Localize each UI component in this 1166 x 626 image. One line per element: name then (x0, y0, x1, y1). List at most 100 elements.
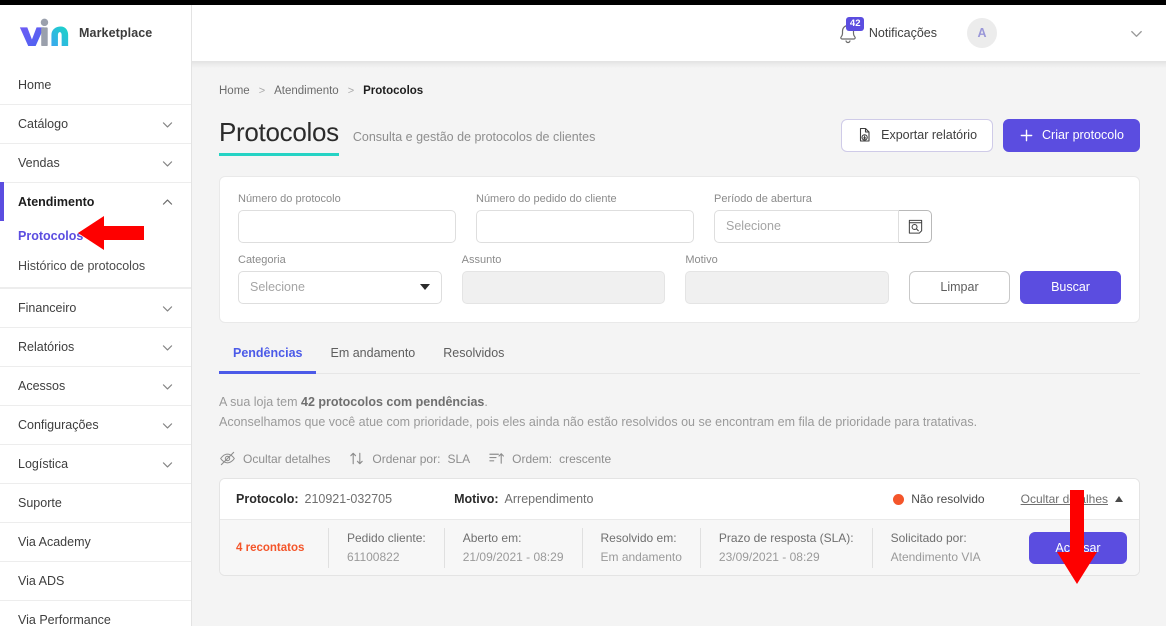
calendar-search-button[interactable] (899, 209, 932, 243)
avatar[interactable]: A (967, 18, 997, 48)
filter-protocol-number: Número do protocolo (238, 193, 456, 243)
sidebar-item-catalogo[interactable]: Catálogo (0, 104, 191, 143)
protocol-number-value: 210921-032705 (304, 492, 393, 507)
notification-badge: 42 (845, 17, 865, 31)
sidebar-item-label: Configurações (18, 418, 99, 432)
chevron-down-icon (162, 461, 173, 468)
filter-subject: Assunto (461, 254, 666, 304)
protocol-reason-value: Arrependimento (504, 492, 594, 507)
notifications-button[interactable]: 42 Notificações (835, 17, 937, 46)
sidebar-item-label: Logística (18, 457, 69, 471)
info-line-2: Aconselhamos que você atue com prioridad… (219, 415, 978, 430)
tab-label: Resolvidos (443, 345, 505, 360)
filter-panel: Número do protocolo Número do pedido do … (219, 175, 1140, 323)
category-select[interactable]: Selecione (238, 270, 442, 304)
page-content: Home > Atendimento > Protocolos Protocol… (192, 61, 1166, 626)
detail-value: 23/09/2021 - 08:29 (718, 550, 820, 565)
via-logo-icon (19, 18, 69, 46)
subject-input[interactable] (461, 270, 666, 304)
breadcrumb-item-home[interactable]: Home (219, 85, 250, 97)
detail-key: Resolvido em: (600, 531, 677, 546)
brand-logo[interactable]: Marketplace (0, 5, 191, 61)
sidebar-subitem-label: Histórico de protocolos (18, 259, 146, 273)
sidebar-item-label: Home (18, 77, 52, 92)
app-root: Marketplace Home Catálogo Vendas Atendim… (0, 0, 1166, 626)
sidebar-item-vendas[interactable]: Vendas (0, 143, 191, 182)
page-header: Protocolos Consulta e gestão de protocol… (219, 117, 1140, 156)
chevron-down-icon (162, 344, 173, 351)
sidebar-item-via-performance[interactable]: Via Performance (0, 600, 191, 626)
page-actions: Exportar relatório Criar protocolo (841, 118, 1140, 156)
sidebar-subgroup-atendimento: Protocolos Histórico de protocolos (0, 221, 191, 288)
filter-label: Motivo (685, 253, 718, 266)
sidebar-item-historico-de-protocolos[interactable]: Histórico de protocolos (0, 251, 191, 281)
detail-aberto-em: Aberto em: 21/09/2021 - 08:29 (443, 527, 582, 568)
toggle-details-label: Ocultar detalhes (1020, 492, 1108, 507)
sidebar-item-acessos[interactable]: Acessos (0, 366, 191, 405)
protocol-reason-key: Motivo: (454, 492, 499, 507)
hide-details-label: Ocultar detalhes (243, 451, 331, 466)
account-chevron-down-icon[interactable] (1129, 26, 1144, 41)
toggle-details-button[interactable]: Ocultar detalhes (1021, 492, 1123, 506)
status-label: Não resolvido (911, 492, 985, 507)
calendar-search-icon (908, 219, 922, 234)
sort-by-value: SLA (447, 451, 471, 466)
clear-filters-button[interactable]: Limpar (909, 270, 1011, 304)
tab-em-andamento[interactable]: Em andamento (316, 346, 429, 374)
filter-action-buttons: Limpar Buscar (909, 254, 1122, 304)
protocol-card-header: Protocolo: 210921-032705 Motivo: Arrepen… (220, 479, 1139, 520)
sidebar-item-home[interactable]: Home (0, 65, 191, 104)
sidebar-item-via-ads[interactable]: Via ADS (0, 561, 191, 600)
breadcrumb-item-protocolos: Protocolos (363, 85, 424, 97)
tab-resolvidos[interactable]: Resolvidos (429, 346, 518, 374)
search-button[interactable]: Buscar (1020, 270, 1122, 304)
brand-name: Marketplace (79, 26, 153, 40)
client-order-number-input[interactable] (476, 209, 694, 243)
sidebar-item-label: Catálogo (18, 117, 69, 131)
chevron-up-icon (1115, 496, 1123, 503)
sort-by-control[interactable]: Ordenar por: SLA (348, 450, 470, 467)
detail-pedido-cliente: Pedido cliente: 61100822 (328, 527, 444, 568)
sidebar-item-relatorios[interactable]: Relatórios (0, 327, 191, 366)
filter-label: Categoria (238, 253, 286, 266)
sidebar-item-label: Vendas (18, 156, 60, 170)
tab-pendencias[interactable]: Pendências (219, 346, 317, 374)
access-button[interactable]: Acessar (1029, 531, 1127, 564)
sidebar-item-protocolos[interactable]: Protocolos (0, 221, 191, 251)
filter-label: Período de abertura (714, 192, 812, 205)
reason-input[interactable] (685, 270, 890, 304)
sidebar-item-configuracoes[interactable]: Configurações (0, 405, 191, 444)
sidebar-item-atendimento[interactable]: Atendimento (0, 182, 191, 221)
protocol-card: Protocolo: 210921-032705 Motivo: Arrepen… (219, 478, 1140, 577)
page-title: Protocolos (219, 117, 339, 156)
chevron-down-icon (162, 121, 173, 128)
export-report-button[interactable]: Exportar relatório (841, 118, 994, 152)
breadcrumb: Home > Atendimento > Protocolos (219, 85, 1140, 97)
hide-details-toggle[interactable]: Ocultar detalhes (219, 450, 330, 467)
sort-ascending-icon (489, 453, 505, 465)
breadcrumb-item-atendimento[interactable]: Atendimento (274, 85, 339, 97)
sidebar-item-suporte[interactable]: Suporte (0, 483, 191, 522)
protocol-number-input[interactable] (238, 209, 456, 243)
chevron-down-icon (162, 422, 173, 429)
clear-filters-label: Limpar (940, 280, 979, 295)
order-control[interactable]: Ordem: crescente (488, 450, 611, 467)
list-toolbar: Ocultar detalhes Ordenar por: SLA Ordem:… (219, 450, 1140, 467)
chevron-down-icon (162, 160, 173, 167)
info-line-1-bold: 42 protocolos com pendências (301, 394, 485, 409)
sidebar-item-financeiro[interactable]: Financeiro (0, 288, 191, 327)
filter-label: Número do pedido do cliente (476, 192, 617, 205)
sidebar-item-logistica[interactable]: Logística (0, 444, 191, 483)
opening-period-input[interactable] (714, 209, 899, 243)
sidebar-item-via-academy[interactable]: Via Academy (0, 522, 191, 561)
info-line-1-suffix: . (484, 394, 488, 409)
status-dot-icon (893, 493, 905, 505)
sidebar-item-label: Atendimento (18, 195, 95, 209)
detail-value: Em andamento (600, 550, 682, 565)
create-protocol-label: Criar protocolo (1042, 128, 1124, 143)
create-protocol-button[interactable]: Criar protocolo (1003, 118, 1140, 152)
page-title-group: Protocolos Consulta e gestão de protocol… (219, 117, 596, 156)
detail-value: 21/09/2021 - 08:29 (462, 550, 564, 565)
page-subtitle: Consulta e gestão de protocolos de clien… (352, 130, 596, 144)
protocol-tabs: Pendências Em andamento Resolvidos (219, 345, 1140, 374)
